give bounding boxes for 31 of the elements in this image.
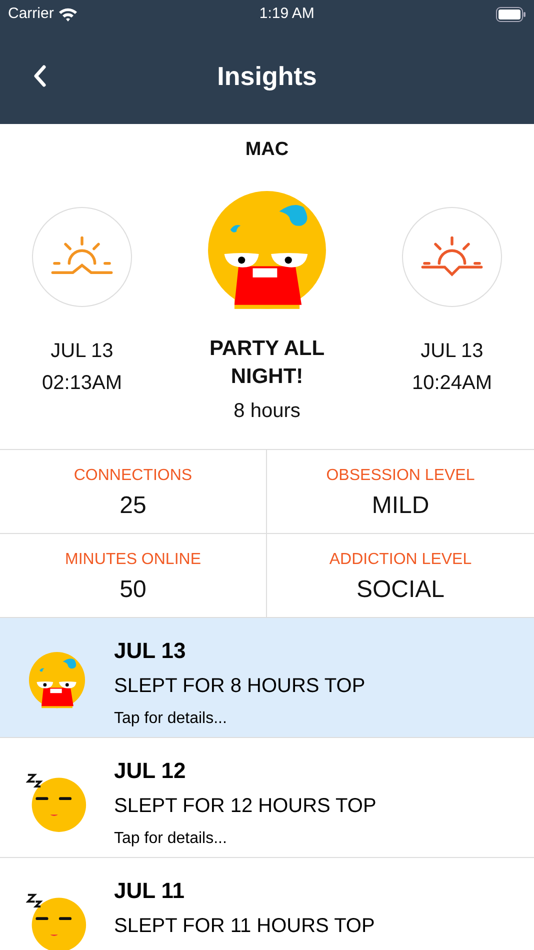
time-label: 10:24AM — [412, 370, 492, 396]
history-item[interactable]: JUL 13 SLEPT FOR 8 HOURS TOP Tap for details... — [0, 618, 534, 738]
details-hint: Tap for details... — [114, 829, 228, 850]
profile-name: MAC — [244, 138, 290, 162]
entry-summary: SLEPT FOR 11 HOURS TOP — [114, 914, 375, 940]
stat-value: 50 — [118, 575, 148, 606]
entry-date: JUL 11 — [114, 877, 186, 906]
stat-label: OBSESSION LEVEL — [325, 466, 476, 486]
back-icon — [32, 64, 48, 88]
battery-icon — [496, 6, 526, 22]
stat-value: MILD — [370, 491, 430, 522]
entry-summary: SLEPT FOR 8 HOURS TOP — [114, 674, 366, 700]
entry-date: JUL 12 — [114, 757, 187, 786]
clock-time: 1:19 AM — [259, 4, 314, 24]
stat-value: 25 — [118, 491, 148, 522]
wifi-icon — [58, 6, 78, 22]
mood-title: PARTY ALL NIGHT! — [208, 336, 326, 390]
time-label: 02:13AM — [42, 370, 122, 396]
entry-summary: SLEPT FOR 12 HOURS TOP — [114, 794, 376, 820]
page-title: Insights — [217, 60, 317, 92]
sweating-face-icon — [28, 652, 86, 710]
entry-date: JUL 13 — [114, 637, 187, 666]
date-label: JUL 13 — [50, 338, 114, 364]
date-label: JUL 13 — [420, 338, 484, 364]
duration-label: 8 hours — [234, 399, 300, 424]
details-hint: Tap for details... — [114, 709, 228, 730]
stat-value: SOCIAL — [355, 575, 446, 606]
stat-label: MINUTES ONLINE — [64, 550, 202, 570]
stat-label: CONNECTIONS — [72, 466, 194, 486]
carrier-label: Carrier — [8, 4, 54, 24]
stat-label: ADDICTION LEVEL — [328, 550, 473, 570]
